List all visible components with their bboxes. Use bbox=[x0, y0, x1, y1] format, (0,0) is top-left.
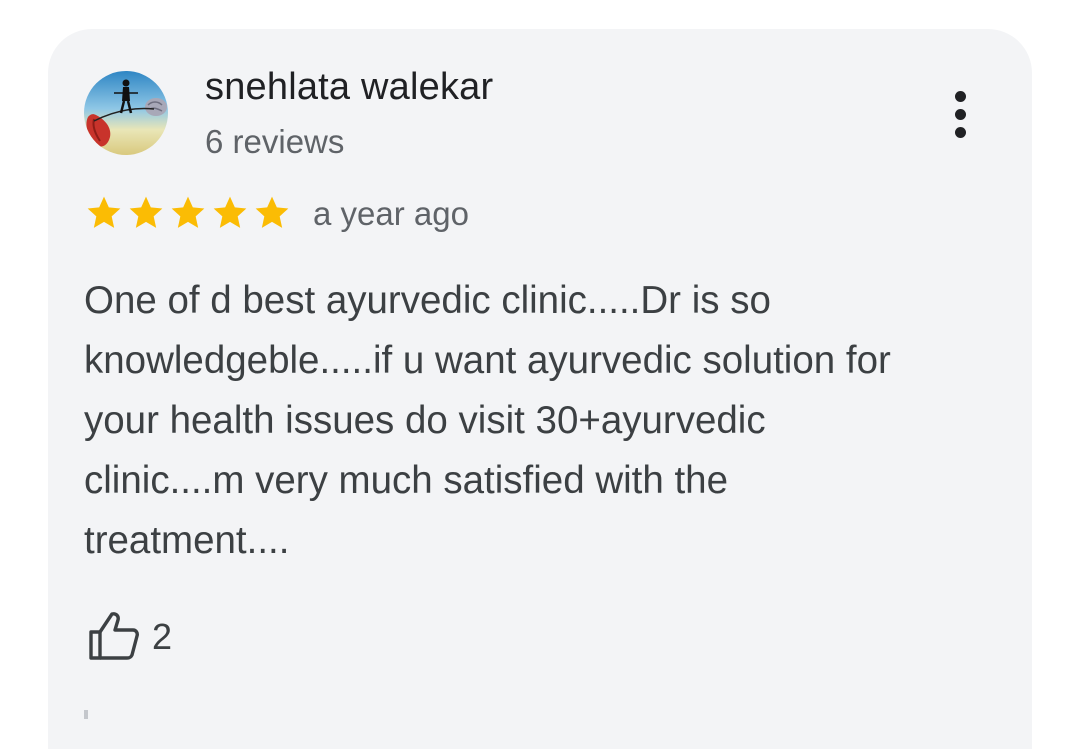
star-icon bbox=[87, 196, 121, 228]
author-review-count[interactable]: 6 reviews bbox=[205, 123, 344, 161]
more-vert-icon-dot bbox=[954, 126, 966, 138]
next-item-edge bbox=[84, 710, 88, 719]
avatar-image bbox=[84, 71, 168, 155]
like-count: 2 bbox=[152, 616, 173, 657]
author-name[interactable]: snehlata walekar bbox=[205, 66, 493, 109]
avatar[interactable] bbox=[84, 71, 168, 155]
star-icon bbox=[255, 196, 289, 228]
review-date: a year ago bbox=[313, 195, 469, 232]
more-vert-icon-dot bbox=[954, 108, 966, 120]
more-options-button[interactable] bbox=[940, 82, 980, 146]
thumb-up-icon bbox=[89, 612, 139, 660]
more-vert-icon bbox=[954, 90, 966, 102]
star-icon bbox=[171, 196, 205, 228]
star-rating bbox=[84, 193, 292, 233]
star-icon bbox=[129, 196, 163, 228]
like-button[interactable]: 2 bbox=[86, 608, 172, 664]
star-icon bbox=[213, 196, 247, 228]
review-text: One of d best ayurvedic clinic.....Dr is… bbox=[84, 279, 891, 562]
